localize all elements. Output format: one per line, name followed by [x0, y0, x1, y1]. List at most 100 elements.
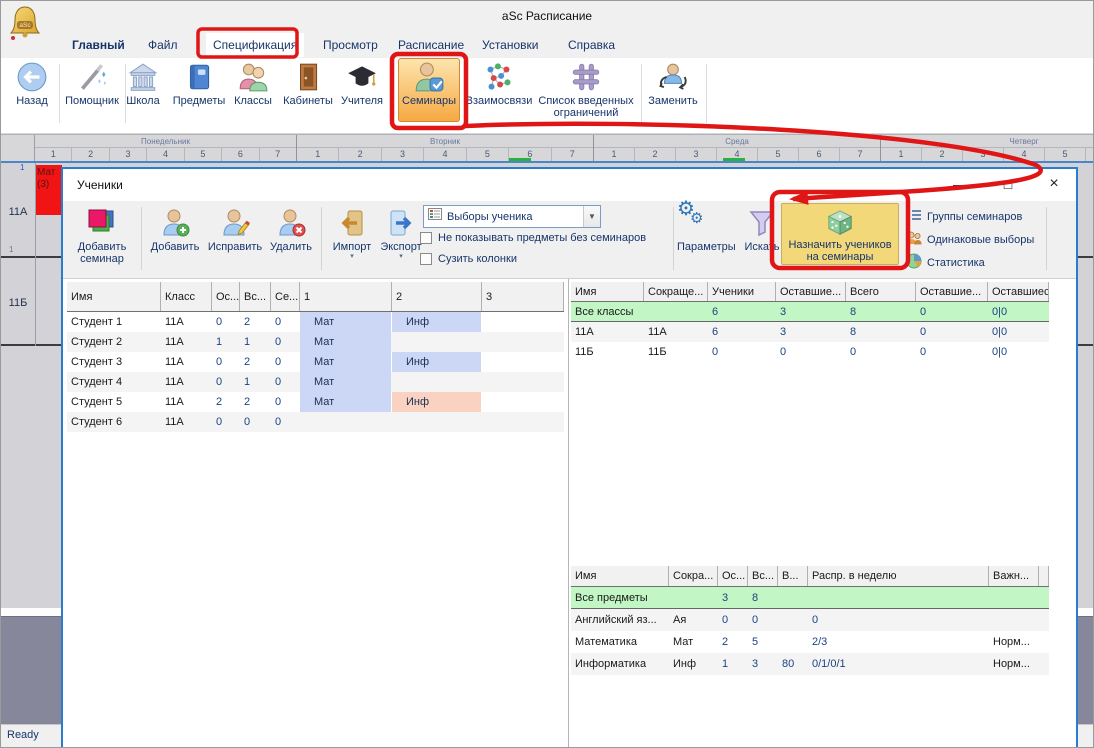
view-mode-combobox[interactable]: Выборы ученика ▼: [423, 205, 601, 228]
column-header[interactable]: [1039, 566, 1049, 586]
column-header[interactable]: Класс: [161, 282, 212, 311]
column-header[interactable]: 2: [392, 282, 482, 311]
column-header[interactable]: Сокраще...: [644, 282, 708, 301]
seminar-chip[interactable]: Мат: [300, 352, 391, 372]
back-button[interactable]: Назад: [9, 61, 55, 107]
close-button[interactable]: ×: [1033, 169, 1075, 199]
wizard-button[interactable]: Помощник: [63, 61, 121, 107]
replace-button[interactable]: Заменить: [645, 61, 701, 107]
rooms-button[interactable]: Кабинеты: [279, 61, 337, 107]
seminar-chip[interactable]: [482, 372, 563, 392]
seminar-chip[interactable]: Мат: [300, 332, 391, 352]
menu-specification[interactable]: Спецификация: [206, 33, 304, 57]
seminar-chip[interactable]: [482, 392, 563, 412]
menu-options[interactable]: Установки: [475, 33, 545, 57]
hide-subjects-checkbox-row[interactable]: Не показывать предметы без семинаров: [420, 232, 646, 244]
edit-student-button[interactable]: Исправить: [204, 205, 266, 253]
seminars-button[interactable]: Семинары: [398, 58, 460, 122]
narrow-columns-checkbox-row[interactable]: Сузить колонки: [420, 253, 517, 265]
table-row[interactable]: Математика Мат 2 5 2/3 Норм...: [571, 631, 1049, 653]
table-row[interactable]: 11А 11А 6 3 8 0 0|0: [571, 322, 1049, 342]
column-header[interactable]: Всего: [846, 282, 916, 301]
table-row-summary[interactable]: Все классы 6 3 8 0 0|0: [571, 302, 1049, 322]
parameters-button[interactable]: ⚙ ⚙ Параметры: [677, 205, 735, 253]
column-header[interactable]: Имя: [67, 282, 161, 311]
seminar-chip[interactable]: [392, 412, 481, 432]
table-row[interactable]: Информатика Инф 1 3 80 0/1/0/1 Норм...: [571, 653, 1049, 675]
seminar-chip[interactable]: [482, 332, 563, 352]
search-button[interactable]: Искать: [739, 205, 785, 253]
seminar-chip[interactable]: Инф: [392, 392, 481, 412]
menu-file[interactable]: Файл: [141, 33, 185, 57]
menu-timetable[interactable]: Расписание: [391, 33, 471, 57]
column-header[interactable]: Вс...: [240, 282, 271, 311]
same-choices-button[interactable]: Одинаковые выборы: [906, 230, 1034, 249]
seminar-chip[interactable]: [300, 412, 391, 432]
column-header[interactable]: В...: [778, 566, 808, 586]
delete-student-button[interactable]: Удалить: [267, 205, 315, 253]
school-button[interactable]: Школа: [119, 61, 167, 107]
classes-button[interactable]: Классы: [229, 61, 277, 107]
table-row[interactable]: 11Б 11Б 0 0 0 0 0|0: [571, 342, 1049, 362]
seminar-chip[interactable]: Мат: [300, 312, 391, 332]
menu-help[interactable]: Справка: [561, 33, 622, 57]
column-header[interactable]: Важн...: [989, 566, 1039, 586]
seminar-chip[interactable]: [482, 312, 563, 332]
dialog-title-bar[interactable]: Ученики — □ ×: [63, 169, 1076, 201]
column-header[interactable]: Ос...: [718, 566, 748, 586]
column-header[interactable]: Имя: [571, 282, 644, 301]
minimize-button[interactable]: —: [939, 169, 981, 199]
menu-view[interactable]: Просмотр: [316, 33, 385, 57]
seminar-chip[interactable]: [482, 352, 563, 372]
dropdown-arrow-icon[interactable]: ▾: [377, 253, 425, 260]
column-header[interactable]: Оставшие...: [776, 282, 846, 301]
table-row[interactable]: Студент 1 11А 0 2 0 Мат Инф: [67, 312, 564, 332]
assign-students-button[interactable]: Назначить учеников на семинары: [781, 203, 899, 265]
table-row-summary[interactable]: Все предметы 3 8: [571, 587, 1049, 609]
table-row[interactable]: Студент 3 11А 0 2 0 Мат Инф: [67, 352, 564, 372]
seminar-chip[interactable]: [392, 372, 481, 392]
table-row[interactable]: Студент 2 11А 1 1 0 Мат: [67, 332, 564, 352]
column-header[interactable]: Оставшиеся...: [988, 282, 1049, 301]
column-header[interactable]: 3: [482, 282, 564, 311]
column-header[interactable]: Се...: [271, 282, 300, 311]
column-header[interactable]: Имя: [571, 566, 669, 586]
import-button[interactable]: Импорт ▾: [329, 205, 375, 260]
add-seminar-button[interactable]: Добавить семинар: [69, 205, 135, 265]
seminar-chip[interactable]: Инф: [392, 312, 481, 332]
export-button[interactable]: Экспорт ▾: [377, 205, 425, 260]
checkbox-unchecked[interactable]: [420, 232, 432, 244]
column-header[interactable]: Вс...: [748, 566, 778, 586]
row-label-11a[interactable]: 11А: [1, 206, 35, 218]
column-header[interactable]: Ос...: [212, 282, 240, 311]
seminar-groups-button[interactable]: Группы семинаров: [906, 207, 1022, 226]
table-row[interactable]: Английский яз... Ая 0 0 0: [571, 609, 1049, 631]
seminar-chip[interactable]: [392, 332, 481, 352]
seminar-chip[interactable]: Мат: [300, 372, 391, 392]
subjects-button[interactable]: Предметы: [169, 61, 229, 107]
seminar-chip[interactable]: [482, 412, 563, 432]
combobox-dropdown-button[interactable]: ▼: [583, 206, 600, 227]
checkbox-unchecked[interactable]: [420, 253, 432, 265]
teachers-button[interactable]: Учителя: [335, 61, 389, 107]
column-header[interactable]: 1: [300, 282, 392, 311]
lesson-card-mat[interactable]: Мат (3): [36, 165, 62, 215]
table-row[interactable]: Студент 5 11А 2 2 0 Мат Инф: [67, 392, 564, 412]
column-header[interactable]: Оставшие...: [916, 282, 988, 301]
column-header[interactable]: Ученики: [708, 282, 776, 301]
seminar-chip[interactable]: Инф: [392, 352, 481, 372]
table-row[interactable]: Студент 6 11А 0 0 0: [67, 412, 564, 432]
column-header[interactable]: Распр. в неделю: [808, 566, 989, 586]
statistics-button[interactable]: Статистика: [906, 253, 985, 272]
table-row[interactable]: Студент 4 11А 0 1 0 Мат: [67, 372, 564, 392]
links-button[interactable]: Взаимосвязи: [462, 61, 536, 107]
menu-main[interactable]: Главный: [65, 33, 132, 57]
row-label-11b[interactable]: 11Б: [1, 297, 35, 309]
maximize-button[interactable]: □: [987, 169, 1029, 199]
dropdown-arrow-icon[interactable]: ▾: [329, 253, 375, 260]
constraints-list-button[interactable]: Список введенных ограничений: [536, 61, 636, 119]
subjects-table: Имя Сокра... Ос... Вс... В... Распр. в н…: [571, 566, 1049, 675]
seminar-chip[interactable]: Мат: [300, 392, 391, 412]
column-header[interactable]: Сокра...: [669, 566, 718, 586]
add-student-button[interactable]: Добавить: [147, 205, 203, 253]
